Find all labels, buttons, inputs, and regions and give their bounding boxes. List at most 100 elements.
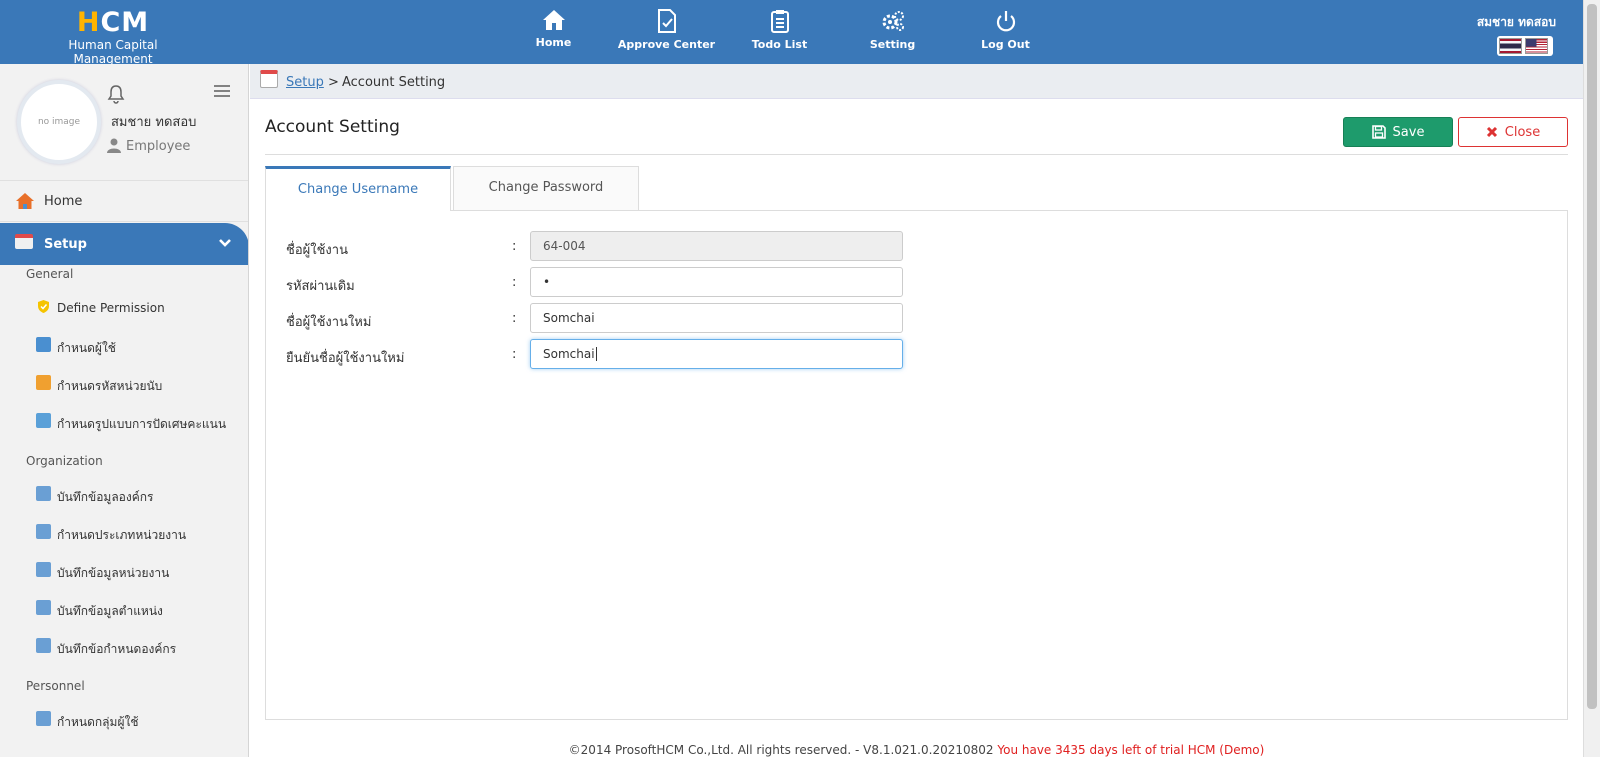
- language-switcher: [1497, 36, 1553, 56]
- unit-icon: [36, 375, 51, 390]
- setup-icon: [260, 70, 278, 88]
- sidebar-item-position-info[interactable]: บันทึกข้อมูลตำแหน่ง: [36, 595, 248, 625]
- sidebar-item-define-permission[interactable]: Define Permission: [36, 294, 248, 324]
- old-password-value: •: [543, 275, 551, 289]
- sidebar-item-org-rules[interactable]: บันทึกข้อกำหนดองค์กร: [36, 633, 248, 663]
- profile-card: no image สมชาย ทดสอบ Employee: [0, 64, 248, 181]
- colon: :: [512, 275, 517, 290]
- building-icon: [36, 562, 51, 577]
- nav-setting-label: Setting: [869, 38, 916, 51]
- sidebar-home-label: Home: [44, 194, 83, 209]
- sidebar-item-label: บันทึกข้อมูลตำแหน่ง: [57, 604, 163, 618]
- us-flag-icon[interactable]: [1525, 38, 1548, 54]
- nav-todo-list[interactable]: Todo List: [723, 0, 836, 64]
- confirm-username-field[interactable]: Somchai: [530, 339, 903, 369]
- gears-icon: [882, 11, 904, 31]
- position-icon: [36, 600, 51, 615]
- hamburger-menu-icon[interactable]: [214, 84, 230, 98]
- sidebar-setup-label: Setup: [44, 237, 87, 252]
- avatar: no image: [17, 80, 101, 164]
- logo-subtitle: Human Capital Management: [68, 38, 158, 66]
- tab-change-password[interactable]: Change Password: [453, 166, 639, 210]
- sidebar-item-label: Define Permission: [57, 301, 165, 315]
- new-username-value: Somchai: [543, 311, 595, 325]
- setup-icon: [15, 234, 33, 249]
- scrollbar-thumb[interactable]: [1587, 4, 1597, 709]
- old-password-field[interactable]: •: [530, 267, 903, 297]
- nav-logout[interactable]: Log Out: [949, 0, 1062, 64]
- building-icon: [36, 524, 51, 539]
- rounding-icon: [36, 413, 51, 428]
- account-setting-tabs: Change Username Change Password ชื่อผู้ใ…: [265, 166, 1568, 720]
- nav-setting[interactable]: Setting: [836, 0, 949, 64]
- breadcrumb-current: Account Setting: [342, 75, 446, 90]
- shield-icon: [38, 300, 49, 313]
- nav-approve-center[interactable]: Approve Center: [610, 0, 723, 64]
- nav-home[interactable]: Home: [497, 0, 610, 64]
- sidebar-item-label: กำหนดรูปแบบการปัดเศษคะแนน: [57, 417, 227, 431]
- footer-copyright: ©2014 ProsoftHCM Co.,Ltd. All rights res…: [568, 743, 994, 757]
- user-icon: [107, 138, 121, 153]
- old-password-label: รหัสผ่านเดิม: [286, 279, 355, 294]
- save-button[interactable]: Save: [1343, 117, 1453, 147]
- sidebar-item-label: บันทึกข้อกำหนดองค์กร: [57, 642, 177, 656]
- form-row-old-password: รหัสผ่านเดิม : •: [266, 267, 1566, 297]
- thai-flag-icon[interactable]: [1499, 38, 1522, 54]
- sidebar-item-define-user[interactable]: กำหนดผู้ใช้: [36, 332, 248, 362]
- top-header: HCM Human Capital Management Home Approv…: [0, 0, 1583, 67]
- text-caret: [595, 347, 597, 361]
- new-username-label: ชื่อผู้ใช้งานใหม่: [286, 315, 372, 330]
- confirm-username-label: ยืนยันชื่อผู้ใช้งานใหม่: [286, 351, 405, 366]
- logo-cm: CM: [100, 7, 150, 38]
- section-organization: Organization: [26, 454, 103, 468]
- sidebar-item-label: กำหนดกลุ่มผู้ใช้: [57, 715, 139, 729]
- sidebar-item-dept-type[interactable]: กำหนดประเภทหน่วยงาน: [36, 519, 248, 549]
- top-user-name[interactable]: สมชาย ทดสอบ: [1477, 13, 1556, 32]
- section-personnel: Personnel: [26, 679, 85, 693]
- nav-home-label: Home: [535, 36, 572, 49]
- sidebar-item-rounding[interactable]: กำหนดรูปแบบการปัดเศษคะแนน: [36, 408, 248, 438]
- sidebar-item-label: กำหนดรหัสหน่วยนับ: [57, 379, 163, 393]
- sidebar-item-label: กำหนดผู้ใช้: [57, 341, 116, 355]
- logo-mark: HCM: [28, 8, 198, 38]
- profile-name: สมชาย ทดสอบ: [111, 115, 197, 130]
- logo-h: H: [76, 7, 101, 38]
- approve-document-icon: [657, 9, 676, 33]
- sidebar-item-dept-info[interactable]: บันทึกข้อมูลหน่วยงาน: [36, 557, 248, 587]
- bell-icon[interactable]: [107, 84, 125, 104]
- nav-logout-label: Log Out: [981, 38, 1030, 51]
- home-icon: [16, 193, 34, 209]
- sidebar-item-user-group[interactable]: กำหนดกลุ่มผู้ใช้: [36, 706, 248, 736]
- home-icon: [542, 10, 565, 30]
- app-logo[interactable]: HCM Human Capital Management: [28, 8, 198, 67]
- colon: :: [512, 239, 517, 254]
- sidebar-item-unit-code[interactable]: กำหนดรหัสหน่วยนับ: [36, 370, 248, 400]
- chevron-down-icon: [219, 239, 231, 247]
- breadcrumb-setup-link[interactable]: Setup: [286, 75, 324, 90]
- username-value: 64-004: [543, 239, 586, 253]
- floppy-disk-icon: [1371, 125, 1386, 139]
- tab-panel-change-username: ชื่อผู้ใช้งาน : 64-004 รหัสผ่านเดิม : • …: [265, 210, 1568, 720]
- new-username-field[interactable]: Somchai: [530, 303, 903, 333]
- close-button-label: Close: [1504, 124, 1541, 140]
- save-button-label: Save: [1392, 124, 1425, 140]
- breadcrumb: Setup > Account Setting: [250, 64, 1583, 99]
- page-scrollbar[interactable]: [1583, 0, 1600, 757]
- footer-trial-notice: You have 3435 days left of trial HCM (De…: [997, 743, 1265, 757]
- building-icon: [36, 638, 51, 653]
- sidebar-item-home[interactable]: Home: [0, 182, 248, 222]
- close-icon: [1486, 126, 1497, 138]
- section-general: General: [26, 267, 74, 281]
- username-label: ชื่อผู้ใช้งาน: [286, 243, 348, 258]
- sidebar-item-org-info[interactable]: บันทึกข้อมูลองค์กร: [36, 481, 248, 511]
- username-field: 64-004: [530, 231, 903, 261]
- close-button[interactable]: Close: [1458, 117, 1568, 147]
- clipboard-icon: [770, 10, 789, 33]
- users-icon: [36, 337, 51, 352]
- sidebar-item-setup[interactable]: Setup: [0, 223, 248, 265]
- page-title: Account Setting: [265, 117, 400, 137]
- sidebar-item-label: บันทึกข้อมูลองค์กร: [57, 490, 154, 504]
- tab-change-username[interactable]: Change Username: [265, 166, 451, 211]
- colon: :: [512, 347, 517, 362]
- sidebar-item-label: กำหนดประเภทหน่วยงาน: [57, 528, 187, 542]
